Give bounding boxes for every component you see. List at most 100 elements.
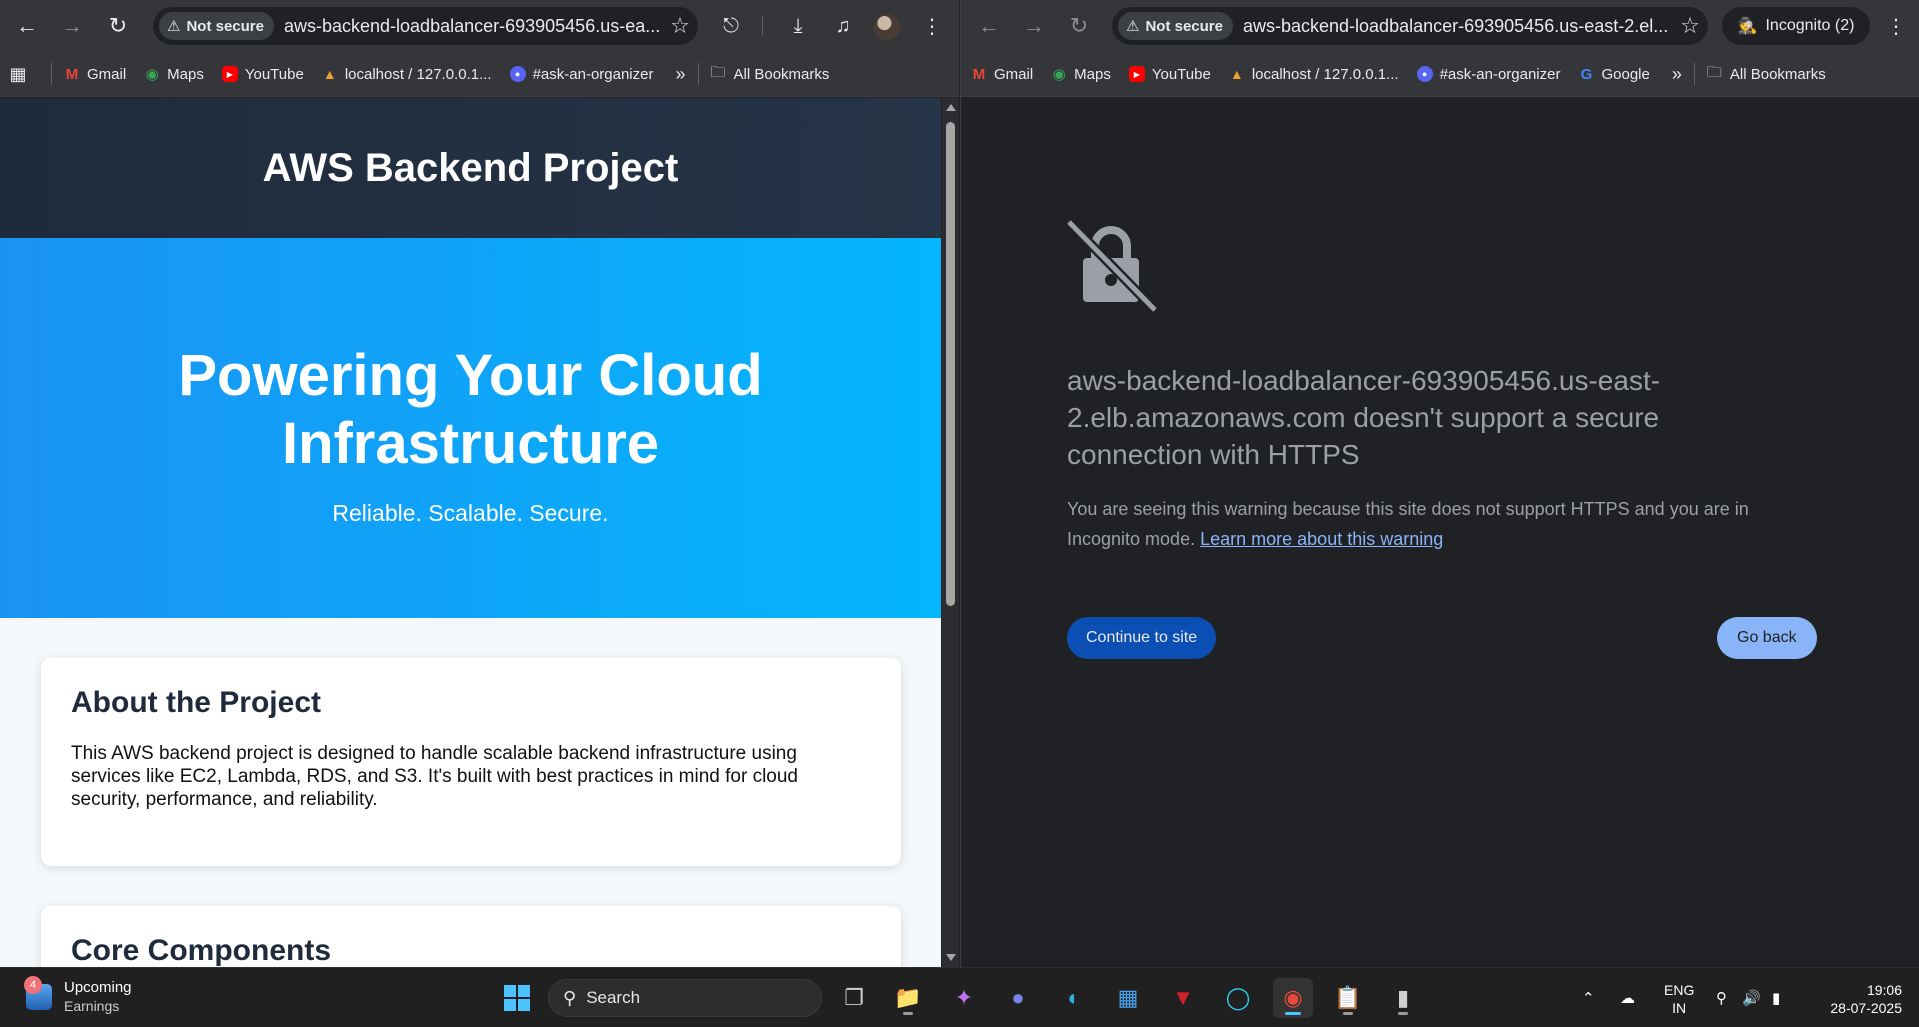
go-back-button[interactable]: Go back: [1717, 617, 1817, 659]
bookmark-google[interactable]: G Google: [1578, 65, 1650, 83]
more-bookmarks-chevron-icon[interactable]: »: [1672, 64, 1682, 85]
menu-kebab-icon[interactable]: ⋮: [1876, 0, 1916, 52]
onedrive-icon[interactable]: ☁: [1620, 968, 1635, 1027]
back-arrow-icon[interactable]: ←: [5, 0, 49, 52]
bookmarks-divider: [1693, 63, 1695, 85]
running-indicator: [903, 1012, 913, 1015]
https-warning-page: aws-backend-loadbalancer-693905456.us-ea…: [961, 98, 1919, 967]
not-secure-chip[interactable]: ⚠ Not secure: [159, 12, 274, 40]
toolbar: ← → ↻ ⚠ Not secure aws-backend-loadbalan…: [961, 0, 1919, 52]
bookmark-label: #ask-an-organizer: [532, 65, 654, 83]
page-scrollbar[interactable]: [942, 98, 959, 967]
folder-icon: 🗀: [1706, 63, 1722, 81]
edge-icon[interactable]: ◐: [1054, 978, 1094, 1018]
all-bookmarks-label: All Bookmarks: [733, 65, 830, 83]
reload-icon[interactable]: ↻: [1057, 0, 1101, 52]
all-bookmarks[interactable]: 🗀 All Bookmarks: [711, 62, 830, 87]
bookmark-youtube[interactable]: ▶ YouTube: [221, 66, 304, 83]
components-card: Core Components: [41, 906, 901, 967]
components-title: Core Components: [71, 934, 332, 967]
bookmark-discord[interactable]: ● #ask-an-organizer: [509, 65, 654, 83]
warning-title: aws-backend-loadbalancer-693905456.us-ea…: [1067, 365, 1661, 470]
notepad-icon[interactable]: 📋: [1328, 978, 1368, 1018]
start-button[interactable]: [497, 978, 537, 1018]
bookmark-gmail[interactable]: M Gmail: [971, 66, 1033, 83]
copilot-icon[interactable]: ✦: [944, 978, 984, 1018]
language-indicator[interactable]: ENG IN: [1664, 981, 1694, 1017]
incognito-chip[interactable]: 🕵 Incognito (2): [1722, 7, 1870, 45]
reload-icon[interactable]: ↻: [96, 0, 140, 52]
teams-icon[interactable]: ●: [998, 978, 1038, 1018]
scroll-down-arrow-icon[interactable]: [946, 954, 956, 961]
bookmarks-divider: [51, 63, 52, 85]
file-explorer-icon[interactable]: 📁: [888, 978, 928, 1018]
discord-icon: ●: [509, 66, 526, 82]
mcafee-icon[interactable]: ▼: [1163, 978, 1203, 1018]
download-icon[interactable]: ⤓: [778, 0, 818, 52]
bookmark-discord[interactable]: ● #ask-an-organizer: [1416, 66, 1560, 83]
toolbar-divider: [762, 16, 763, 36]
url-text[interactable]: aws-backend-loadbalancer-693905456.us-ea…: [284, 16, 662, 37]
windows-logo-icon: [504, 985, 530, 1011]
notification-badge: 4: [24, 976, 42, 994]
site-header: AWS Backend Project: [0, 98, 941, 238]
menu-kebab-icon[interactable]: ⋮: [912, 0, 952, 52]
continue-to-site-button[interactable]: Continue to site: [1067, 617, 1217, 659]
bookmark-youtube[interactable]: ▶ YouTube: [1128, 66, 1211, 83]
back-arrow-icon[interactable]: ←: [967, 0, 1011, 52]
wifi-icon[interactable]: ⚲: [1716, 968, 1727, 1027]
bookmark-maps[interactable]: ◉ Maps: [144, 66, 204, 84]
terminal-icon[interactable]: ▮: [1383, 978, 1423, 1018]
url-text[interactable]: aws-backend-loadbalancer-693905456.us-ea…: [1243, 16, 1672, 37]
show-hidden-icons-chevron-icon[interactable]: ⌃: [1582, 968, 1595, 1027]
all-bookmarks[interactable]: 🗀 All Bookmarks: [1707, 62, 1826, 87]
bookmark-star-icon[interactable]: ☆: [662, 13, 698, 39]
taskbar: 4 Upcoming Earnings ⚲ Search ❐ 📁 ✦ ● ◐ ▦…: [0, 967, 1919, 1027]
gmail-icon: M: [972, 65, 986, 83]
system-clock[interactable]: 19:06 28-07-2025: [1814, 981, 1902, 1017]
bookmark-localhost[interactable]: ▲ localhost / 127.0.0.1...: [1229, 66, 1399, 83]
profile-avatar[interactable]: [874, 14, 900, 40]
more-bookmarks-chevron-icon[interactable]: »: [675, 64, 685, 85]
about-text: This AWS backend project is designed to …: [71, 743, 799, 810]
all-bookmarks-label: All Bookmarks: [1729, 65, 1826, 83]
bookmark-gmail[interactable]: M Gmail: [64, 66, 126, 83]
task-view-icon[interactable]: ❐: [834, 978, 874, 1018]
warning-triangle-icon: ⚠: [1126, 18, 1140, 35]
extensions-icon[interactable]: ⎋: [711, 0, 751, 52]
bookmark-label: localhost / 127.0.0.1...: [1251, 65, 1399, 83]
bookmark-star-icon[interactable]: ☆: [1672, 13, 1708, 39]
bookmark-maps[interactable]: ◉ Maps: [1051, 65, 1111, 84]
taskbar-search[interactable]: ⚲ Search: [548, 979, 822, 1017]
running-indicator: [1343, 1012, 1353, 1015]
scroll-up-arrow-icon[interactable]: [946, 104, 956, 111]
volume-icon[interactable]: 🔊: [1742, 968, 1761, 1027]
widget-text: Upcoming Earnings: [64, 978, 132, 1016]
chrome-icon[interactable]: ◉: [1273, 978, 1313, 1018]
maps-icon: ◉: [145, 66, 159, 83]
learn-more-link[interactable]: Learn more about this warning: [1200, 529, 1443, 549]
bookmarks-bar: M Gmail ◉ Maps ▶ YouTube ▲ localhost / 127.0…: [961, 52, 1919, 97]
page-viewport: AWS Backend Project Powering Your Cloud …: [0, 98, 941, 967]
bookmark-localhost[interactable]: ▲ localhost / 127.0.0.1...: [322, 66, 492, 83]
not-secure-chip[interactable]: ⚠ Not secure: [1118, 12, 1233, 40]
apps-grid-icon: ▦: [9, 63, 27, 84]
bookmark-label: Maps: [1074, 65, 1111, 83]
address-bar[interactable]: ⚠ Not secure aws-backend-loadbalancer-69…: [153, 7, 698, 45]
widget-line-1: Upcoming: [64, 979, 132, 996]
address-bar[interactable]: ⚠ Not secure aws-backend-loadbalancer-69…: [1112, 7, 1708, 45]
battery-icon[interactable]: ▮: [1772, 968, 1780, 1027]
microsoft-store-icon[interactable]: ▦: [1108, 978, 1148, 1018]
stocks-widget-icon: 4: [24, 976, 52, 1010]
forward-arrow-icon[interactable]: →: [50, 0, 94, 52]
bookmark-label: localhost / 127.0.0.1...: [344, 65, 492, 83]
scroll-thumb[interactable]: [946, 122, 955, 606]
hero-title: Powering Your Cloud Infrastructure: [178, 343, 763, 476]
forward-arrow-icon[interactable]: →: [1012, 0, 1056, 52]
media-control-icon[interactable]: ♫: [823, 0, 863, 52]
bookmark-label: Google: [1601, 65, 1650, 83]
alexa-icon[interactable]: ◯: [1218, 978, 1258, 1018]
widgets-button[interactable]: 4 Upcoming Earnings: [24, 976, 132, 1016]
apps-button[interactable]: ▦: [9, 63, 33, 84]
desktop: ← → ↻ ⚠ Not secure aws-backend-loadbalan…: [0, 0, 1919, 1027]
